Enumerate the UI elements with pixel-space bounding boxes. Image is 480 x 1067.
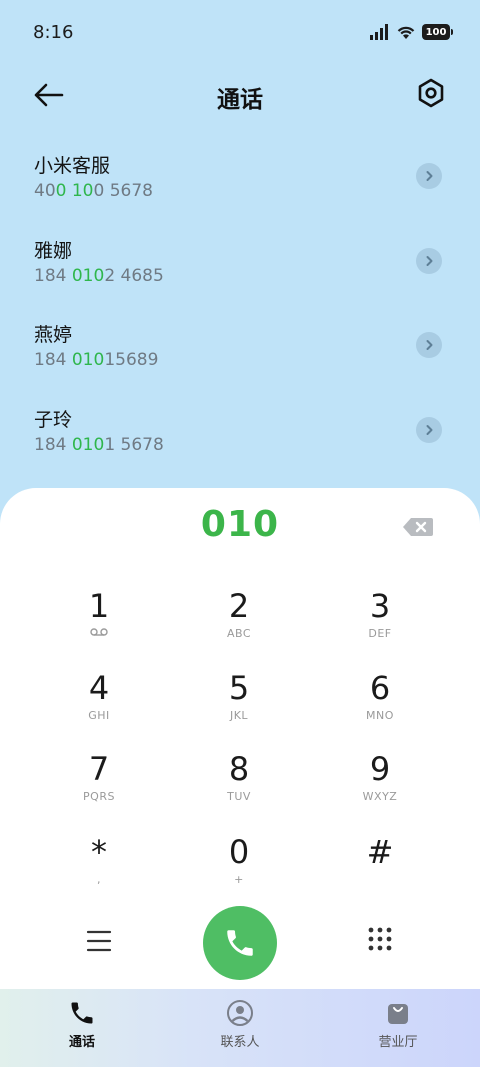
hamburger-menu-icon [86,930,112,952]
voicemail-icon [90,628,108,636]
gear-icon [418,78,444,108]
chevron-right-icon [426,340,433,350]
contact-details-button[interactable] [416,247,442,274]
shopping-bag-icon [388,1004,408,1024]
menu-button[interactable] [86,928,112,954]
key-4[interactable]: 4 GHI [39,670,159,740]
key-6[interactable]: 6 MNO [320,670,440,740]
key-2[interactable]: 2 ABC [179,588,299,658]
key-0[interactable]: 0 + [179,834,299,904]
keypad-toggle-button[interactable] [367,926,393,952]
contact-number: 400 100 5678 [34,181,153,201]
tab-calls[interactable]: 通话 [22,999,142,1050]
contact-list: 小米客服 400 100 5678 雅娜 184 0102 4685 燕婷 18… [0,137,480,475]
page-title: 通话 [217,87,263,113]
contact-row[interactable]: 子玲 184 0101 5678 [0,391,480,476]
contact-name: 雅娜 [34,239,73,262]
dialer-panel: 010 1 2 ABC 3 DEF 4 GHI 5 JKL 6 MNO 7 PQ… [0,488,480,1028]
tab-contacts[interactable]: 联系人 [180,999,300,1050]
contact-details-button[interactable] [416,163,442,189]
dialer-actions [0,906,480,982]
call-button[interactable] [203,906,277,980]
contact-row[interactable]: 雅娜 184 0102 4685 [0,222,480,307]
contact-name: 子玲 [34,408,73,431]
person-icon [227,1000,253,1026]
contact-row[interactable]: 燕婷 184 01015689 [0,306,480,391]
contact-number: 184 0102 4685 [34,265,164,286]
chevron-right-icon [426,424,433,435]
chevron-right-icon [426,255,433,266]
key-hash[interactable]: # [320,834,440,904]
tab-label: 联系人 [220,1035,260,1050]
key-7[interactable]: 7 PQRS [39,751,159,821]
bottom-tab-bar: 通话 联系人 营业厅 [0,989,480,1067]
status-icons: 100 [370,24,453,40]
contact-details-button[interactable] [416,416,442,443]
contact-name: 燕婷 [34,324,73,346]
contact-name: 小米客服 [34,155,111,177]
tab-service-hall[interactable]: 营业厅 [338,999,458,1050]
key-3[interactable]: 3 DEF [320,588,440,658]
signal-icon [370,24,388,40]
chevron-right-icon [426,171,433,181]
status-bar: 8:16 100 [0,0,480,64]
tab-label: 通话 [68,1035,95,1050]
phone-icon [71,1002,93,1024]
key-1[interactable]: 1 [39,588,159,658]
settings-button[interactable] [414,76,448,110]
tab-label: 营业厅 [378,1035,418,1050]
header: 通话 [0,72,480,118]
contact-number: 184 0101 5678 [34,434,164,455]
contact-number: 184 01015689 [34,350,159,370]
key-9[interactable]: 9 WXYZ [320,751,440,821]
keypad-icon [368,927,392,951]
key-star[interactable]: * , [39,834,159,904]
backspace-button[interactable] [402,516,434,538]
contact-row[interactable]: 小米客服 400 100 5678 [0,137,480,222]
status-time: 8:16 [33,22,74,43]
key-8[interactable]: 8 TUV [179,751,299,821]
battery-icon: 100 [422,24,453,40]
contact-details-button[interactable] [416,332,442,358]
backspace-icon [403,518,433,536]
phone-icon [227,930,253,956]
wifi-icon [397,26,415,39]
key-5[interactable]: 5 JKL [179,670,299,740]
